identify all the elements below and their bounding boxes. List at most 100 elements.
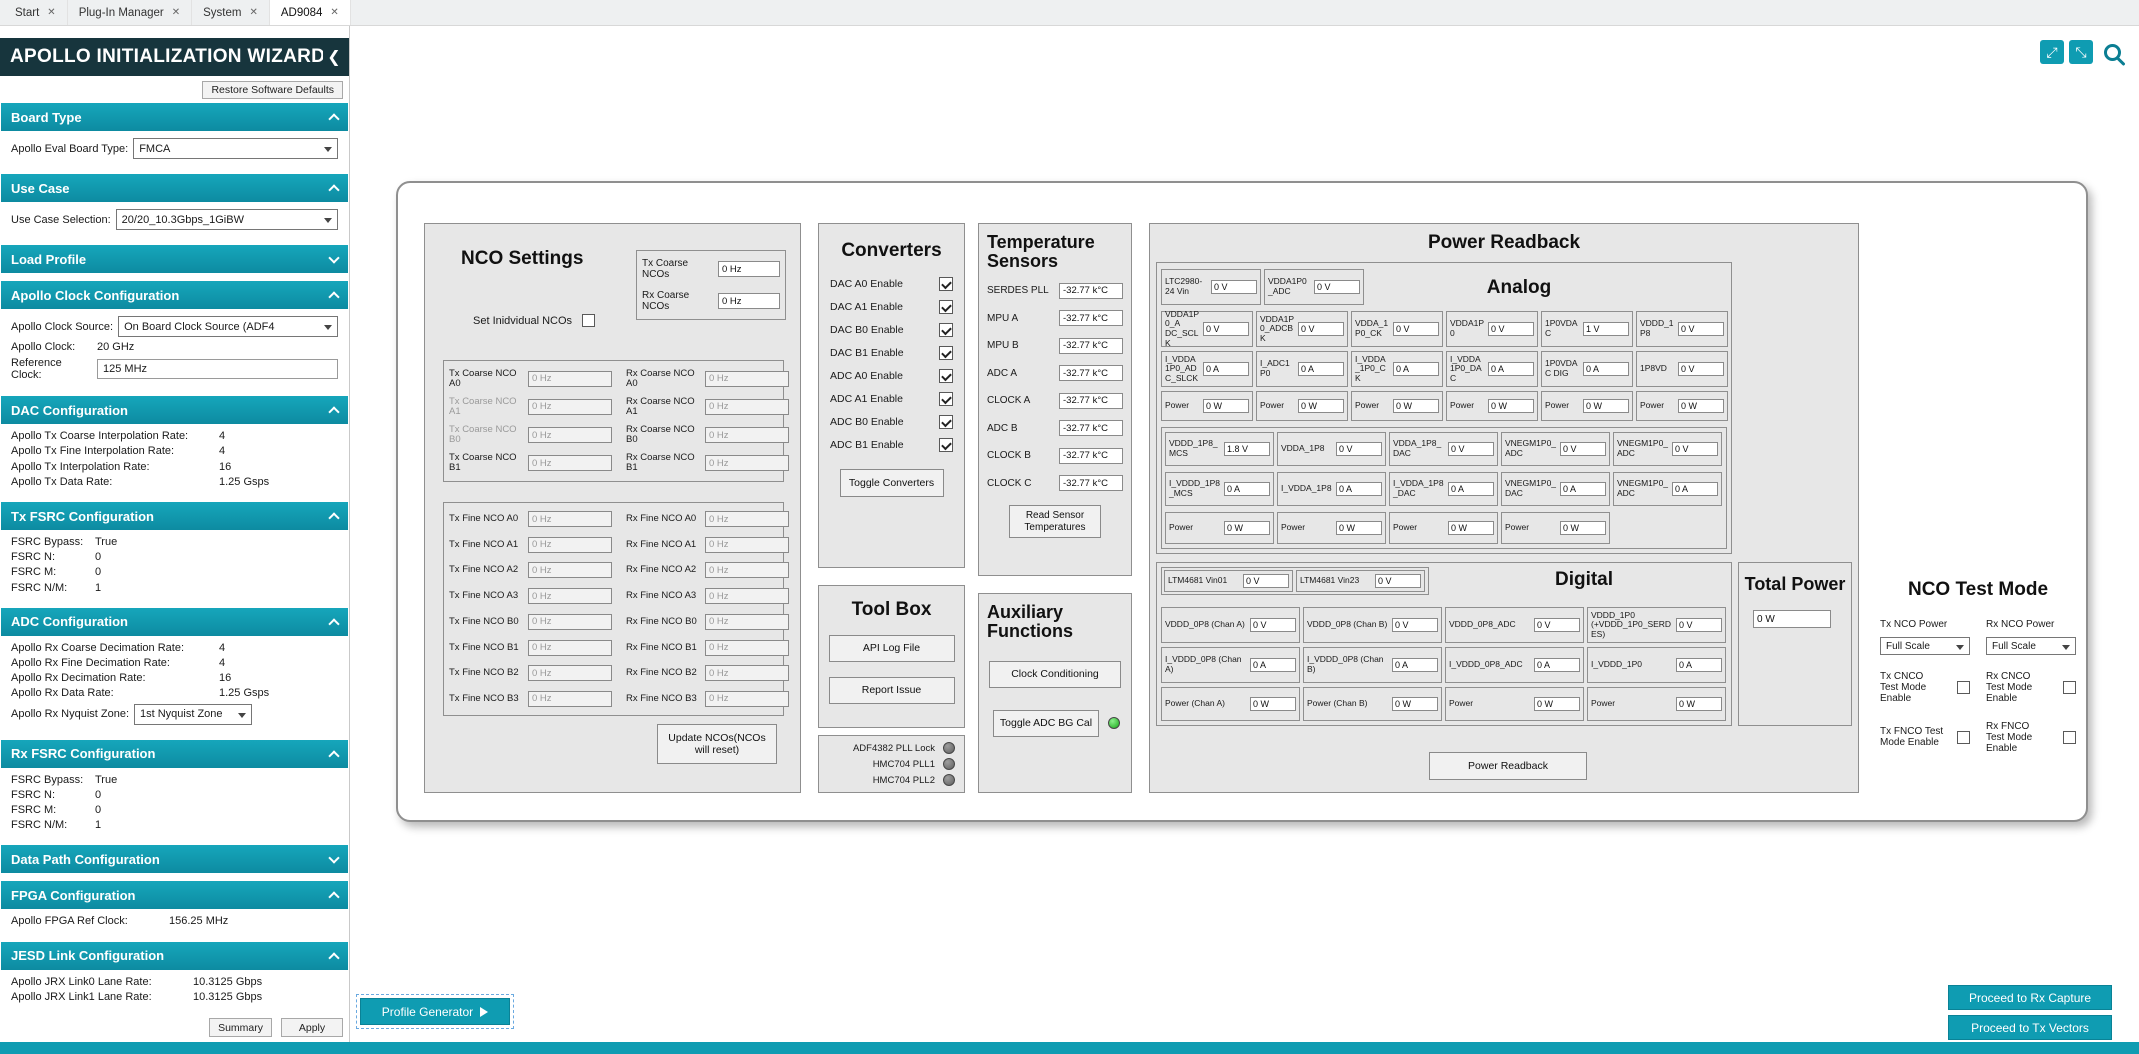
close-icon[interactable]: ✕ <box>172 8 180 18</box>
temperature-field[interactable]: -32.77 k°C <box>1059 338 1123 354</box>
update-ncos-button[interactable]: Update NCOs(NCOs will reset) <box>657 724 777 764</box>
rail-field[interactable]: 0 W <box>1488 399 1534 413</box>
coarse-nco-field[interactable]: 0 Hz <box>718 261 780 277</box>
tx-fine-nco-field[interactable]: 0 Hz <box>528 691 612 707</box>
rx-coarse-nco-field[interactable]: 0 Hz <box>705 427 789 443</box>
clock-conditioning-button[interactable]: Clock Conditioning <box>989 661 1121 688</box>
apply-button[interactable]: Apply <box>281 1018 343 1037</box>
rx-fine-nco-field[interactable]: 0 Hz <box>705 640 789 656</box>
rail-field[interactable]: 0 A <box>1560 482 1606 496</box>
rail-field[interactable]: 0 V <box>1203 322 1249 336</box>
rx-fine-nco-field[interactable]: 0 Hz <box>705 691 789 707</box>
converter-enable-checkbox[interactable] <box>939 438 953 452</box>
rail-field[interactable]: 0 V <box>1314 280 1360 294</box>
section-header-fpga-config[interactable]: FPGA Configuration <box>1 881 348 909</box>
rail-field[interactable]: 0 V <box>1534 618 1580 632</box>
test-mode-checkbox[interactable] <box>1957 681 1970 694</box>
proceed-tx-vectors-button[interactable]: Proceed to Tx Vectors <box>1948 1015 2112 1040</box>
temperature-field[interactable]: -32.77 k°C <box>1059 283 1123 299</box>
read-temperatures-button[interactable]: Read Sensor Temperatures <box>1009 505 1101 538</box>
section-header-apollo-clock[interactable]: Apollo Clock Configuration <box>1 281 348 309</box>
zoom-icon[interactable] <box>2104 44 2121 61</box>
test-mode-checkbox[interactable] <box>2063 731 2076 744</box>
converter-enable-checkbox[interactable] <box>939 346 953 360</box>
rx-nco-power-dropdown[interactable]: Full Scale <box>1986 637 2076 655</box>
set-individual-ncos-checkbox[interactable] <box>582 314 595 327</box>
rail-field[interactable]: 0 A <box>1336 482 1382 496</box>
rx-coarse-nco-field[interactable]: 0 Hz <box>705 455 789 471</box>
section-header-adc-config[interactable]: ADC Configuration <box>1 608 348 636</box>
rail-field[interactable]: 0 A <box>1672 482 1718 496</box>
converter-enable-checkbox[interactable] <box>939 369 953 383</box>
temperature-field[interactable]: -32.77 k°C <box>1059 448 1123 464</box>
rx-coarse-nco-field[interactable]: 0 Hz <box>705 399 789 415</box>
converter-enable-checkbox[interactable] <box>939 392 953 406</box>
converter-enable-checkbox[interactable] <box>939 415 953 429</box>
rail-field[interactable]: 0 A <box>1298 362 1344 376</box>
temperature-field[interactable]: -32.77 k°C <box>1059 393 1123 409</box>
board-type-dropdown[interactable]: FMCA <box>133 138 338 159</box>
section-header-jesd-link[interactable]: JESD Link Configuration <box>1 942 348 970</box>
rx-fine-nco-field[interactable]: 0 Hz <box>705 511 789 527</box>
rail-field[interactable]: 0 W <box>1393 399 1439 413</box>
section-header-use-case[interactable]: Use Case <box>1 174 348 202</box>
rail-field[interactable]: 0 A <box>1448 482 1494 496</box>
converter-enable-checkbox[interactable] <box>939 300 953 314</box>
rail-field[interactable]: 0 W <box>1583 399 1629 413</box>
expand-icon[interactable]: ⤢ <box>2040 40 2064 64</box>
rx-fine-nco-field[interactable]: 0 Hz <box>705 537 789 553</box>
collapse-sidebar-icon[interactable]: ❮ <box>327 47 341 67</box>
section-header-rx-fsrc[interactable]: Rx FSRC Configuration <box>1 740 348 768</box>
rail-field[interactable]: 0 W <box>1203 399 1249 413</box>
rail-field[interactable]: 0 W <box>1678 399 1724 413</box>
tx-coarse-nco-field[interactable]: 0 Hz <box>528 399 612 415</box>
section-header-tx-fsrc[interactable]: Tx FSRC Configuration <box>1 502 348 530</box>
document-tab[interactable]: Plug-In Manager ✕ <box>68 0 192 25</box>
rail-field[interactable]: 0 A <box>1393 362 1439 376</box>
rail-field[interactable]: 0 A <box>1534 658 1580 672</box>
tx-fine-nco-field[interactable]: 0 Hz <box>528 537 612 553</box>
rail-field[interactable]: 0 V <box>1448 442 1494 456</box>
rail-field[interactable]: 0 W <box>1676 697 1722 711</box>
document-tab[interactable]: AD9084 ✕ <box>270 0 351 25</box>
api-log-file-button[interactable]: API Log File <box>829 635 955 662</box>
toggle-adc-bg-cal-button[interactable]: Toggle ADC BG Cal <box>993 710 1099 737</box>
rail-field[interactable]: 0 V <box>1392 618 1438 632</box>
fit-icon[interactable]: ⤡ <box>2069 40 2093 64</box>
temperature-field[interactable]: -32.77 k°C <box>1059 475 1123 491</box>
summary-button[interactable]: Summary <box>209 1018 272 1037</box>
rail-field[interactable]: 1 V <box>1583 322 1629 336</box>
section-header-board-type[interactable]: Board Type <box>1 103 348 131</box>
rx-fine-nco-field[interactable]: 0 Hz <box>705 588 789 604</box>
close-icon[interactable]: ✕ <box>249 8 257 18</box>
tx-coarse-nco-field[interactable]: 0 Hz <box>528 371 612 387</box>
rail-field[interactable]: 0 W <box>1250 697 1296 711</box>
rail-field[interactable]: 0 V <box>1678 322 1724 336</box>
rail-field[interactable]: 0 W <box>1448 521 1494 535</box>
rail-field[interactable]: 0 W <box>1560 521 1606 535</box>
rail-field[interactable]: 0 W <box>1224 521 1270 535</box>
temperature-field[interactable]: -32.77 k°C <box>1059 310 1123 326</box>
tx-nco-power-dropdown[interactable]: Full Scale <box>1880 637 1970 655</box>
rail-field[interactable]: 0 A <box>1224 482 1270 496</box>
temperature-field[interactable]: -32.77 k°C <box>1059 365 1123 381</box>
tx-fine-nco-field[interactable]: 0 Hz <box>528 614 612 630</box>
rail-field[interactable]: 0 W <box>1298 399 1344 413</box>
rail-field[interactable]: 0 A <box>1392 658 1438 672</box>
converter-enable-checkbox[interactable] <box>939 277 953 291</box>
rail-field[interactable]: 0 V <box>1375 574 1421 588</box>
toggle-converters-button[interactable]: Toggle Converters <box>840 469 944 497</box>
rail-field[interactable]: 0 W <box>1392 697 1438 711</box>
report-issue-button[interactable]: Report Issue <box>829 677 955 704</box>
rail-field[interactable]: 0 A <box>1203 362 1249 376</box>
rail-field[interactable]: 0 V <box>1672 442 1718 456</box>
rail-field[interactable]: 0 V <box>1336 442 1382 456</box>
section-header-data-path[interactable]: Data Path Configuration <box>1 845 348 873</box>
coarse-nco-field[interactable]: 0 Hz <box>718 293 780 309</box>
rail-field[interactable]: 0 A <box>1676 658 1722 672</box>
rail-field[interactable]: 0 V <box>1560 442 1606 456</box>
tx-coarse-nco-field[interactable]: 0 Hz <box>528 427 612 443</box>
tx-fine-nco-field[interactable]: 0 Hz <box>528 640 612 656</box>
rx-fine-nco-field[interactable]: 0 Hz <box>705 562 789 578</box>
proceed-rx-capture-button[interactable]: Proceed to Rx Capture <box>1948 985 2112 1010</box>
